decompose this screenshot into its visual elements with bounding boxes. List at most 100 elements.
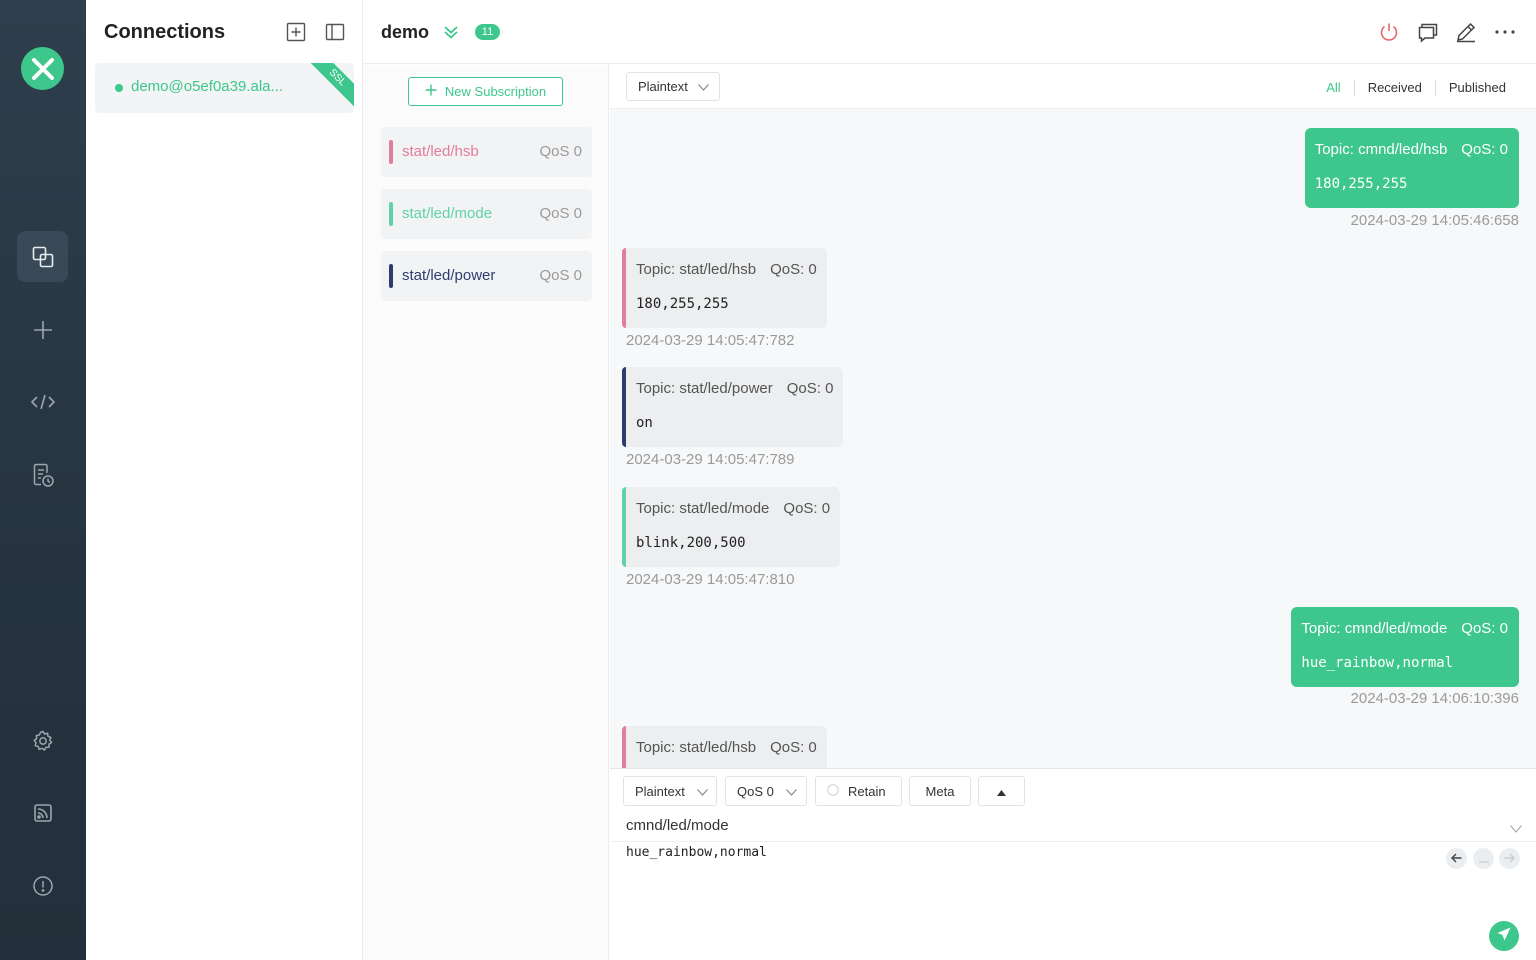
meta-label: Meta xyxy=(925,783,955,799)
payload-format-value: Plaintext xyxy=(638,79,688,94)
clear-history-button[interactable] xyxy=(1473,848,1494,869)
publish-format-select[interactable]: Plaintext xyxy=(623,776,717,806)
publish-topic-input[interactable]: cmnd/led/mode xyxy=(626,817,729,834)
subscription-item[interactable]: stat/led/power QoS 0 xyxy=(381,251,592,301)
more-options-button[interactable] xyxy=(1493,20,1517,44)
double-chevron-down-icon[interactable] xyxy=(443,24,459,45)
more-horizontal-icon xyxy=(1493,30,1517,48)
message-count-badge: 11 xyxy=(475,24,500,40)
message-topic: Topic: stat/led/mode xyxy=(636,500,770,517)
subscribe-feed-nav-button[interactable] xyxy=(17,787,68,838)
message-topic: Topic: stat/led/power xyxy=(636,380,773,397)
disconnect-button[interactable] xyxy=(1377,20,1401,44)
received-message[interactable]: Topic: stat/led/hsb QoS: 0 xyxy=(622,726,827,768)
message-color-stripe xyxy=(622,487,626,567)
message-timestamp: 2024-03-29 14:05:46:658 xyxy=(1350,212,1519,229)
expand-publish-button[interactable] xyxy=(978,776,1025,806)
message-topic: Topic: cmnd/led/hsb xyxy=(1314,141,1448,158)
arrow-left-icon xyxy=(1451,850,1462,868)
subscription-qos: QoS 0 xyxy=(539,143,582,160)
subscriptions-panel: New Subscription stat/led/hsb QoS 0 stat… xyxy=(363,65,609,960)
new-subscription-label: New Subscription xyxy=(444,84,547,99)
message-topic: Topic: stat/led/hsb xyxy=(636,261,757,278)
code-icon xyxy=(30,392,56,412)
message-toolbar: Plaintext All Received Published xyxy=(610,65,1536,109)
publish-qos-select[interactable]: QoS 0 xyxy=(725,776,807,806)
received-message[interactable]: Topic: stat/led/power QoS: 0 on xyxy=(622,367,844,447)
subscription-item[interactable]: stat/led/mode QoS 0 xyxy=(381,189,592,239)
subscription-topic: stat/led/hsb xyxy=(402,143,479,160)
message-list[interactable]: Plaintext All Received Published Topic: … xyxy=(610,65,1536,768)
message-payload: 180,255,255 xyxy=(636,296,729,312)
subscription-qos: QoS 0 xyxy=(539,205,582,222)
subscription-color-bar xyxy=(389,202,393,226)
connected-status-dot xyxy=(115,84,123,92)
settings-nav-button[interactable] xyxy=(17,715,68,766)
gear-icon xyxy=(32,730,54,752)
info-icon xyxy=(32,875,54,897)
message-color-stripe xyxy=(622,367,626,447)
message-qos: QoS: 0 xyxy=(786,380,834,397)
arrow-right-icon xyxy=(1504,850,1515,868)
message-qos: QoS: 0 xyxy=(770,261,817,278)
new-window-button[interactable] xyxy=(1416,20,1440,44)
received-message[interactable]: Topic: stat/led/hsb QoS: 0 180,255,255 xyxy=(622,248,827,328)
received-message[interactable]: Topic: stat/led/mode QoS: 0 blink,200,500 xyxy=(622,487,841,567)
publish-format-value: Plaintext xyxy=(635,783,685,799)
retain-checkbox[interactable]: Retain xyxy=(815,776,902,806)
retain-label: Retain xyxy=(848,783,886,799)
message-qos: QoS: 0 xyxy=(783,500,831,517)
subscription-qos: QoS 0 xyxy=(539,267,582,284)
message-qos: QoS: 0 xyxy=(770,739,817,756)
connection-item[interactable]: demo@o5ef0a39.ala... SSL xyxy=(95,63,354,113)
caret-up-icon xyxy=(997,784,1006,799)
toggle-sidebar-icon[interactable] xyxy=(324,21,346,43)
published-message[interactable]: Topic: cmnd/led/hsb QoS: 0 180,255,255 xyxy=(1304,128,1519,208)
filter-published[interactable]: Published xyxy=(1434,80,1519,96)
payload-format-select[interactable]: Plaintext xyxy=(626,72,720,101)
next-history-button[interactable] xyxy=(1499,848,1520,869)
log-nav-button[interactable] xyxy=(17,449,68,500)
meta-button[interactable]: Meta xyxy=(909,776,971,806)
connection-name: demo@o5ef0a39.ala... xyxy=(131,78,283,95)
ssl-ribbon: SSL xyxy=(306,63,354,109)
message-qos: QoS: 0 xyxy=(1461,620,1508,637)
rss-icon xyxy=(32,802,54,824)
subscription-topic: stat/led/power xyxy=(402,267,496,284)
message-color-stripe xyxy=(622,248,626,328)
radio-circle-icon xyxy=(827,783,839,799)
message-payload: blink,200,500 xyxy=(636,535,746,551)
chevron-down-icon xyxy=(696,784,708,799)
log-icon xyxy=(31,462,55,488)
connections-title: Connections xyxy=(104,21,226,43)
new-subscription-button[interactable]: New Subscription xyxy=(408,77,563,106)
publish-payload-editor[interactable]: hue_rainbow,normal xyxy=(626,845,767,860)
chevron-down-icon[interactable] xyxy=(1510,820,1522,838)
pencil-icon xyxy=(1454,22,1478,48)
new-connection-nav-button[interactable] xyxy=(17,304,68,355)
message-timestamp: 2024-03-29 14:05:47:782 xyxy=(626,332,795,349)
publish-qos-value: QoS 0 xyxy=(737,783,774,799)
plus-icon xyxy=(425,84,437,99)
minus-icon xyxy=(1478,850,1489,868)
add-connection-icon[interactable] xyxy=(285,21,307,43)
subscription-color-bar xyxy=(389,140,393,164)
published-message[interactable]: Topic: cmnd/led/mode QoS: 0 hue_rainbow,n… xyxy=(1291,607,1519,687)
about-nav-button[interactable] xyxy=(17,860,68,911)
subscription-color-bar xyxy=(389,264,393,288)
script-nav-button[interactable] xyxy=(17,376,68,427)
send-message-button[interactable] xyxy=(1489,921,1519,951)
message-color-stripe xyxy=(622,726,626,768)
app-logo-icon xyxy=(21,47,64,90)
filter-received[interactable]: Received xyxy=(1353,80,1435,96)
previous-history-button[interactable] xyxy=(1446,848,1467,869)
edit-connection-button[interactable] xyxy=(1454,20,1478,44)
subscription-item[interactable]: stat/led/hsb QoS 0 xyxy=(381,127,592,177)
connections-nav-button[interactable] xyxy=(17,231,68,282)
message-topic: Topic: cmnd/led/mode xyxy=(1301,620,1448,637)
filter-all[interactable]: All xyxy=(1313,80,1353,96)
send-icon xyxy=(1497,927,1511,946)
connections-icon xyxy=(31,245,55,269)
power-icon xyxy=(1377,23,1401,48)
plus-icon xyxy=(32,319,54,341)
